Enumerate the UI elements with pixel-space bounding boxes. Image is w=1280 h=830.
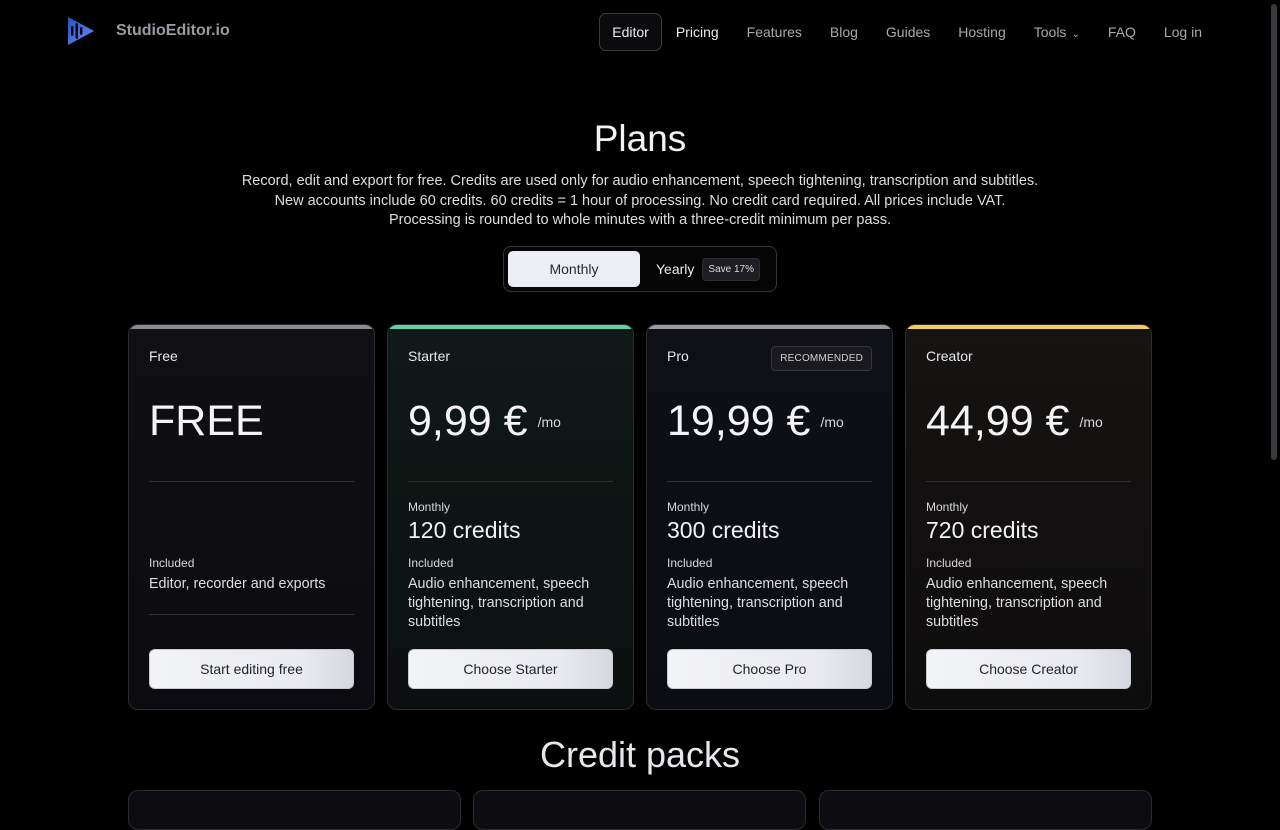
plan-price: 19,99 € /mo xyxy=(667,397,844,446)
description-line: Record, edit and export for free. Credit… xyxy=(241,173,1039,189)
plan-card-starter: Starter 9,99 € /mo Monthly 120 credits In… xyxy=(387,324,634,710)
plan-price: 44,99 € /mo xyxy=(926,397,1103,446)
divider xyxy=(926,481,1131,482)
price-amount: 44,99 € xyxy=(926,397,1070,445)
price-amount: 19,99 € xyxy=(667,397,811,445)
credit-pack-card xyxy=(819,790,1152,830)
price-amount: 9,99 € xyxy=(408,397,528,445)
included-text: Audio enhancement, speech tightening, tr… xyxy=(667,576,849,630)
included-text: Audio enhancement, speech tightening, tr… xyxy=(926,576,1108,630)
plan-accent-bar xyxy=(906,325,1151,329)
plan-name: Free xyxy=(149,348,178,364)
divider xyxy=(149,614,354,615)
billing-period-label: Monthly xyxy=(667,500,710,514)
choose-creator-button[interactable]: Choose Creator xyxy=(926,649,1131,689)
nav-item-tools[interactable]: Tools ⌄ xyxy=(1020,13,1094,51)
page-scrollbar[interactable] xyxy=(1271,4,1277,460)
plan-name: Creator xyxy=(926,348,973,364)
plan-card-pro: Pro RECOMMENDED 19,99 € /mo Monthly 300 c… xyxy=(646,324,893,710)
plan-credits: 300 credits xyxy=(667,517,780,543)
included-text: Audio enhancement, speech tightening, tr… xyxy=(408,576,590,630)
page-title: Plans xyxy=(593,118,687,159)
included-label: Included xyxy=(667,556,713,570)
price-period: /mo xyxy=(537,414,561,430)
plan-name: Starter xyxy=(408,348,451,364)
brand-name[interactable]: StudioEditor.io xyxy=(116,22,230,40)
page-description: Record, edit and export for free. Credit… xyxy=(0,172,1280,231)
price-period: /mo xyxy=(1079,414,1103,430)
recommended-badge: RECOMMENDED xyxy=(771,346,872,371)
nav-item-blog[interactable]: Blog xyxy=(816,13,872,51)
plan-accent-bar xyxy=(647,325,892,329)
price-amount: FREE xyxy=(149,397,264,445)
start-editing-free-button[interactable]: Start editing free xyxy=(149,649,354,689)
top-navigation: StudioEditor.io Editor Pricing Features … xyxy=(0,0,1280,64)
toggle-yearly-label: Yearly xyxy=(656,261,695,277)
divider xyxy=(149,481,354,482)
nav-item-guides[interactable]: Guides xyxy=(872,13,944,51)
logo-icon[interactable] xyxy=(64,14,96,48)
divider xyxy=(667,481,872,482)
nav-menu: Editor Pricing Features Blog Guides Host… xyxy=(599,12,1216,52)
billing-period-label: Monthly xyxy=(926,500,969,514)
credit-pack-card xyxy=(473,790,806,830)
toggle-yearly[interactable]: Yearly Save 17% xyxy=(656,251,760,287)
included-text: Editor, recorder and exports xyxy=(149,576,326,592)
save-badge: Save 17% xyxy=(702,257,760,281)
nav-item-pricing[interactable]: Pricing xyxy=(662,13,733,51)
description-line: New accounts include 60 credits. 60 cred… xyxy=(274,192,1006,209)
included-label: Included xyxy=(926,556,972,570)
billing-period-label: Monthly xyxy=(408,500,451,514)
plan-card-creator: Creator 44,99 € /mo Monthly 720 credits I… xyxy=(905,324,1152,710)
nav-item-features[interactable]: Features xyxy=(733,13,816,51)
choose-starter-button[interactable]: Choose Starter xyxy=(408,649,613,689)
plan-price: 9,99 € /mo xyxy=(408,397,561,446)
description-line: Processing is rounded to whole minutes w… xyxy=(388,212,892,228)
divider xyxy=(408,481,613,482)
plan-name: Pro xyxy=(667,348,689,364)
plan-price: FREE xyxy=(149,397,264,446)
chevron-down-icon: ⌄ xyxy=(1071,28,1080,40)
plan-credits: 720 credits xyxy=(926,517,1039,543)
credit-packs-title: Credit packs xyxy=(539,734,741,775)
plan-credits: 120 credits xyxy=(408,517,521,543)
nav-item-faq[interactable]: FAQ xyxy=(1094,13,1150,51)
included-label: Included xyxy=(408,556,454,570)
nav-item-editor[interactable]: Editor xyxy=(599,13,662,51)
nav-item-login[interactable]: Log in xyxy=(1150,13,1216,51)
plan-accent-bar xyxy=(388,325,633,329)
nav-item-tools-label: Tools xyxy=(1033,24,1067,40)
toggle-monthly[interactable]: Monthly xyxy=(508,251,640,287)
plan-card-free: Free FREE Included Editor, recorder and … xyxy=(128,324,375,710)
plan-accent-bar xyxy=(129,325,374,329)
price-period: /mo xyxy=(820,414,844,430)
credit-pack-card xyxy=(128,790,461,830)
billing-period-toggle: Monthly Yearly Save 17% xyxy=(503,246,777,292)
included-label: Included xyxy=(149,556,195,570)
nav-item-hosting[interactable]: Hosting xyxy=(944,13,1019,51)
choose-pro-button[interactable]: Choose Pro xyxy=(667,649,872,689)
